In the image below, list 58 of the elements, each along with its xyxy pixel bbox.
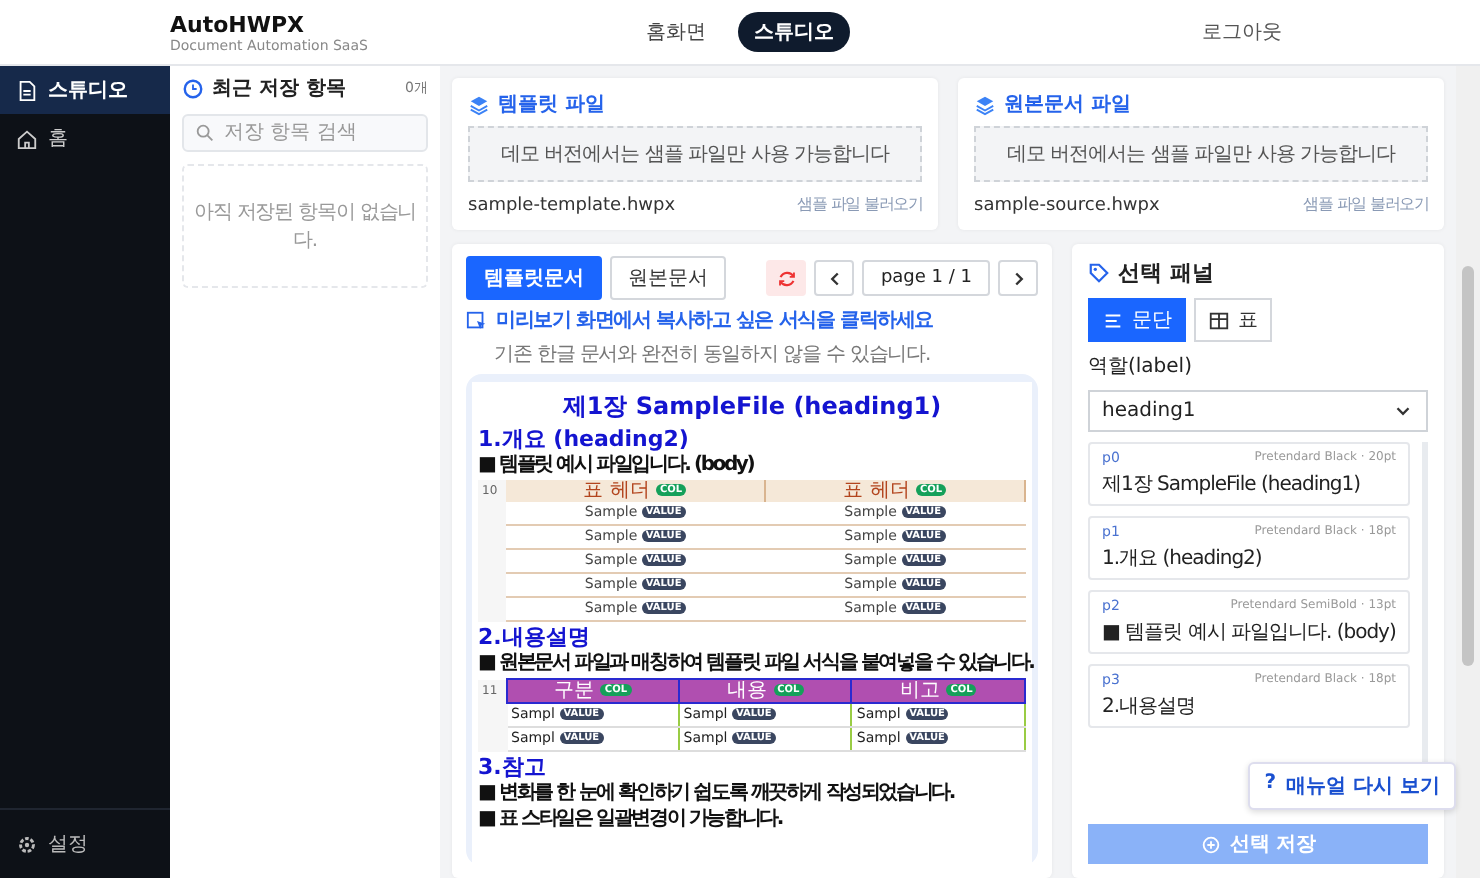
paragraph-text: 2.내용설명 (1102, 694, 1198, 720)
app-title: AutoHWPX (170, 11, 307, 37)
paragraph-text: ■ 템플릿 예시 파일입니다. (body) (1102, 620, 1396, 646)
sidebar-label: 스튜디오 (48, 78, 128, 104)
panel-title: 선택 패널 (1118, 258, 1214, 288)
heading-text[interactable]: 제1장 SampleFile (heading1) (478, 390, 1026, 424)
clock-icon (182, 77, 204, 99)
preview-hint: 미리보기 화면에서 복사하고 싶은 서식을 클릭하세요 (496, 308, 934, 334)
file-dropzone[interactable]: 데모 버전에서는 샘플 파일만 사용 가능합니다 (468, 126, 922, 182)
settings-label[interactable]: 설정 (48, 830, 88, 858)
nav-tab[interactable]: 스튜디오 (738, 12, 850, 52)
home-icon (16, 127, 38, 149)
refresh-icon (775, 267, 798, 289)
scrollbar-thumb[interactable] (1462, 266, 1474, 666)
subheading-text[interactable]: 3.참고 (478, 754, 1026, 780)
plus-circle-icon (1199, 833, 1222, 855)
subheading-text[interactable]: 1.개요 (heading2) (478, 426, 1026, 452)
sidebar-label: 홈 (48, 126, 68, 152)
settings-icon[interactable] (16, 833, 38, 855)
layers-icon (974, 93, 996, 115)
body-text[interactable]: ■ 표 스타일은 일괄변경이 가능합니다. (478, 808, 1026, 832)
sidebar-item[interactable]: 스튜디오 (0, 66, 170, 114)
document-tab[interactable]: 원본문서 (610, 256, 726, 300)
paragraph-text: 제1장 SampleFile (heading1) (1102, 472, 1363, 498)
align-lines-icon (1102, 309, 1124, 331)
sidebar-item[interactable]: 홈 (0, 114, 170, 162)
empty-message: 아직 저장된 항목이 없습니다. (182, 164, 428, 288)
document-tab[interactable]: 템플릿문서 (466, 256, 602, 300)
refresh-button[interactable] (766, 260, 807, 296)
next-page-button[interactable] (998, 260, 1038, 296)
file-card-title: 템플릿 파일 (498, 92, 605, 118)
document-icon (16, 79, 38, 101)
file-name: sample-source.hwpx (974, 196, 1160, 216)
tag-icon (1088, 262, 1110, 284)
search-field[interactable]: 저장 항목 검색 (182, 114, 428, 152)
cursor-icon (466, 309, 488, 331)
paragraph-text: 1.개요 (heading2) (1102, 546, 1264, 572)
preview-note: 기존 한글 문서와 완전히 동일하지 않을 수 있습니다. (492, 342, 933, 368)
body-text[interactable]: ■ 템플릿 예시 파일입니다. (body) (478, 454, 1026, 478)
subheading-text[interactable]: 2.내용설명 (478, 624, 1026, 650)
file-name: sample-template.hwpx (468, 196, 676, 216)
nav-tab[interactable]: 홈화면 (630, 12, 722, 52)
logout-button[interactable]: 로그아웃 (1190, 16, 1294, 48)
file-dropzone[interactable]: 데모 버전에서는 샘플 파일만 사용 가능합니다 (974, 126, 1428, 182)
recent-title: 최근 저장 항목 (212, 76, 346, 102)
table-icon (1208, 309, 1230, 331)
file-card-title: 원본문서 파일 (1004, 92, 1131, 118)
mode-toggle[interactable]: 문단 (1088, 298, 1186, 342)
previous-page-button[interactable] (814, 260, 855, 296)
search-icon (194, 122, 216, 144)
body-text[interactable]: ■ 변화를 한 눈에 확인하기 쉽도록 깨끗하게 작성되었습니다. (478, 782, 1026, 806)
mode-toggle[interactable]: 표 (1194, 298, 1272, 342)
page-indicator: page 1 / 1 (862, 260, 990, 296)
search-input[interactable]: 저장 항목 검색 (224, 122, 424, 144)
role-select[interactable]: heading1 (1088, 390, 1428, 432)
manual-button[interactable]: ? 매뉴얼 다시 보기 (1248, 762, 1456, 810)
role-label: 역할(label) (1088, 354, 1194, 380)
layers-icon (468, 93, 490, 115)
